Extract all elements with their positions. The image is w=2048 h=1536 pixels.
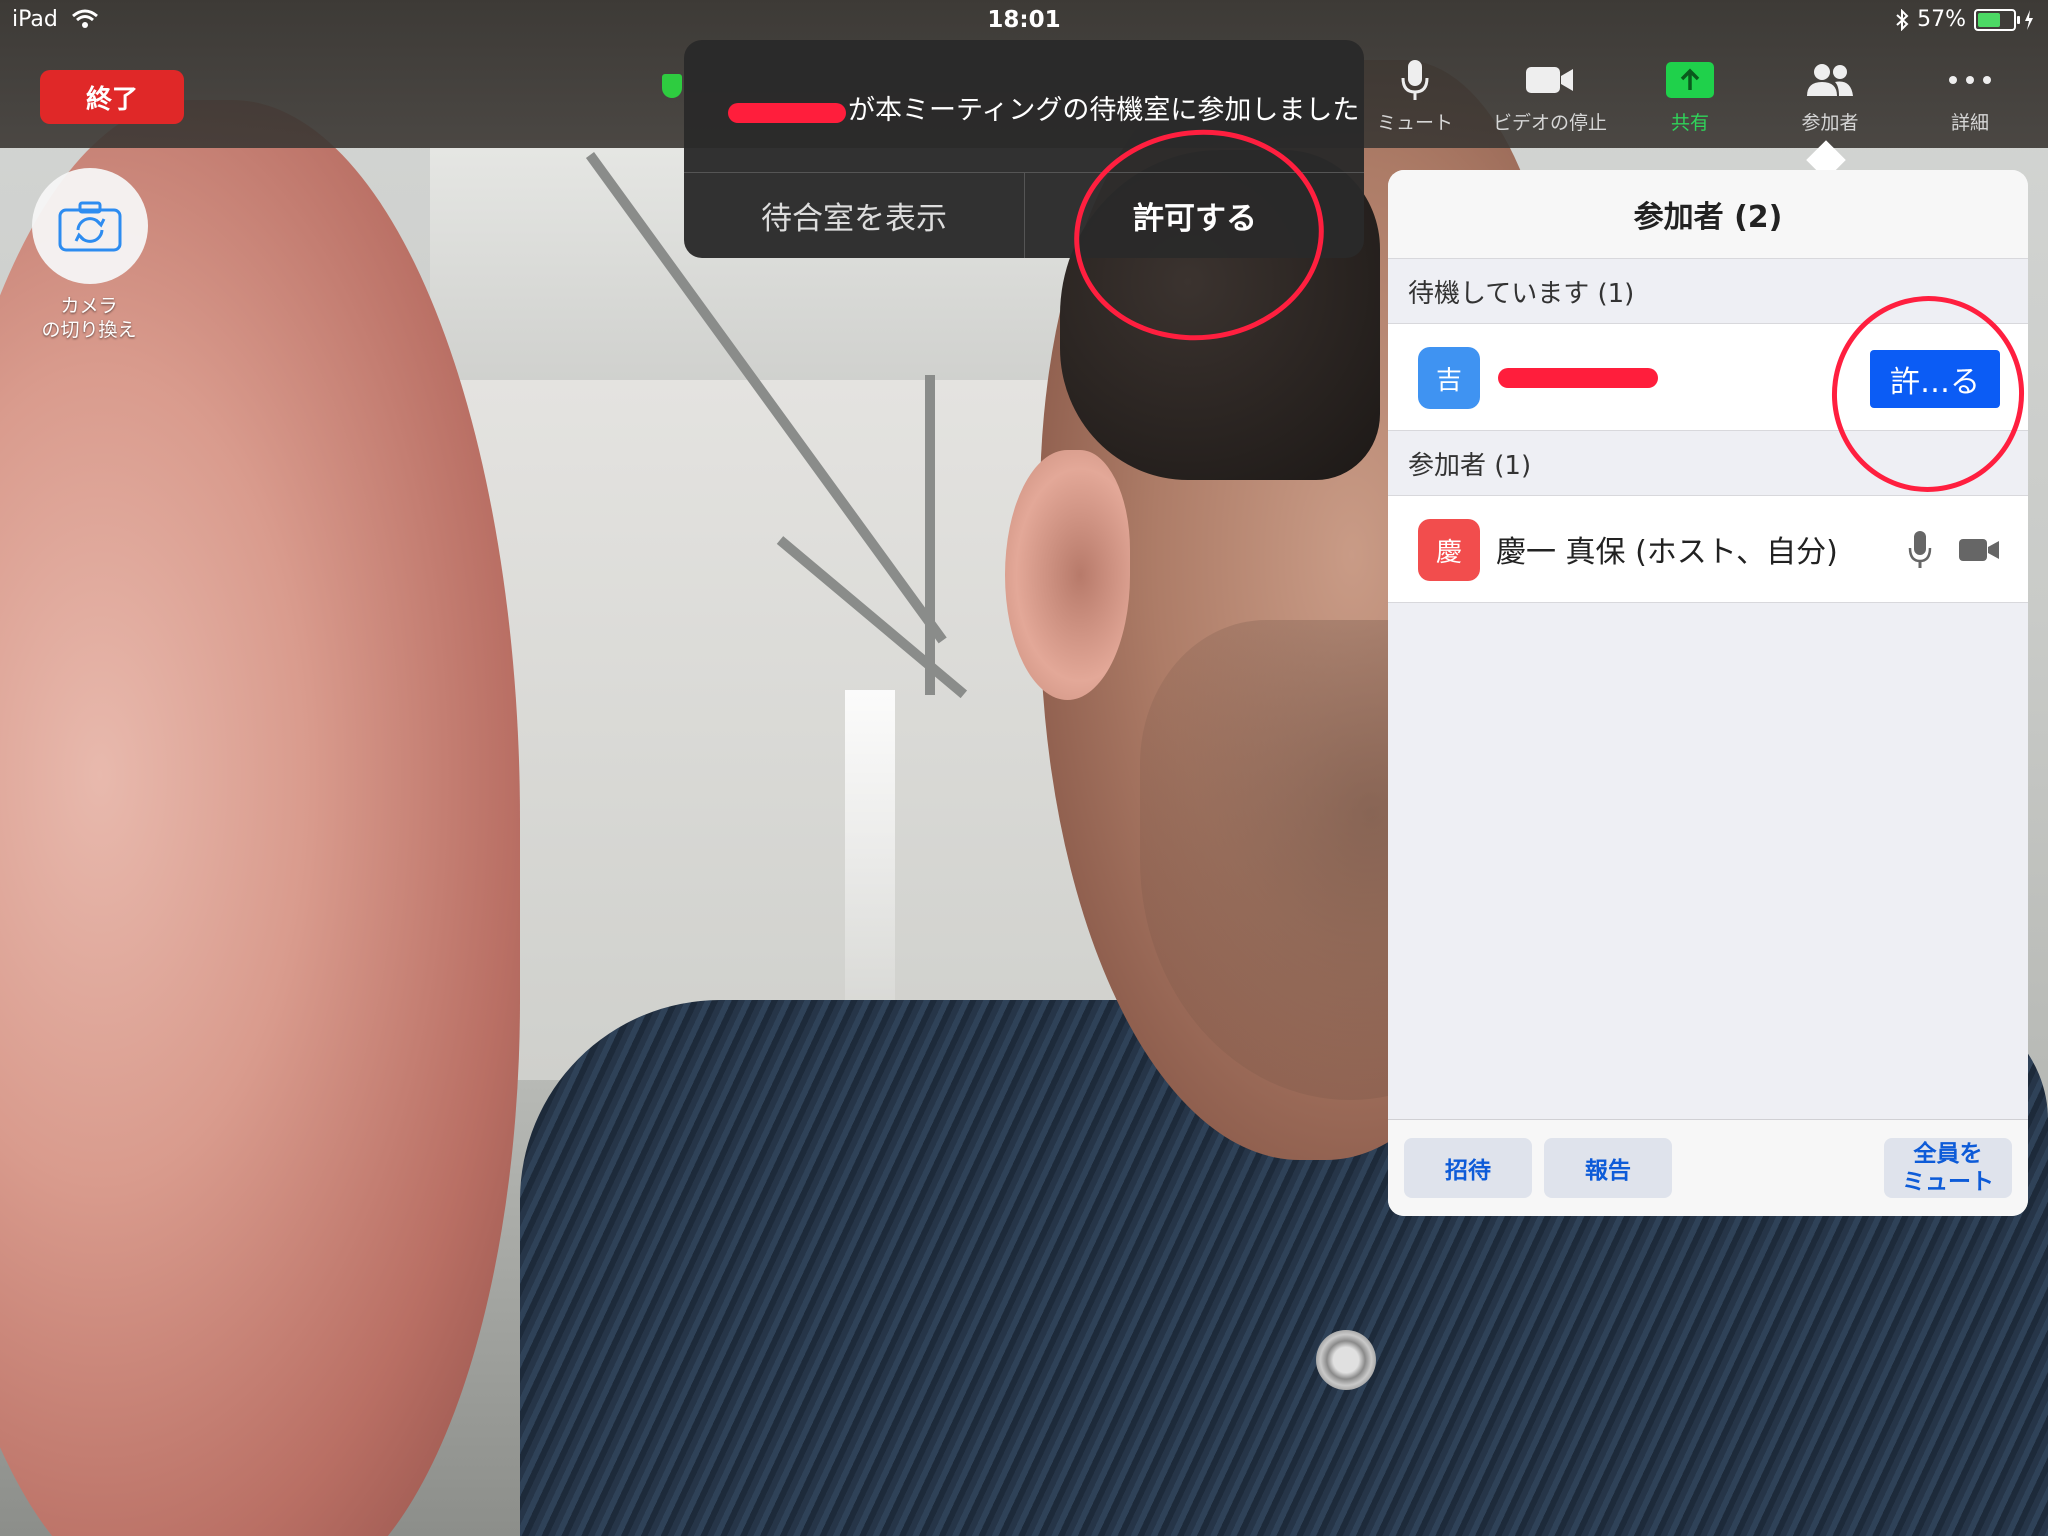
- notification-message: が本ミーティングの待機室に参加しました: [728, 88, 1359, 127]
- jacket-button: [1316, 1330, 1376, 1390]
- share-label: 共有: [1670, 112, 1709, 134]
- battery-percent: 57%: [1917, 7, 1966, 32]
- view-waiting-room-button[interactable]: 待合室を表示: [684, 173, 1024, 258]
- participants-button[interactable]: 参加者: [1765, 58, 1895, 135]
- stop-video-label: ビデオの停止: [1492, 112, 1607, 134]
- switch-camera-label-line1: カメラ: [60, 295, 118, 317]
- mute-all-button[interactable]: 全員を ミュート: [1884, 1138, 2012, 1198]
- panel-title: 参加者 (2): [1388, 170, 2028, 259]
- report-button[interactable]: 報告: [1544, 1138, 1672, 1198]
- status-right: 57%: [1895, 7, 2034, 32]
- switch-camera-button[interactable]: [32, 168, 148, 284]
- security-shield-icon: [662, 74, 682, 98]
- participant-name: 慶一 真保 (ホスト、自分): [1496, 535, 1838, 570]
- avatar: 慶: [1418, 519, 1480, 581]
- bluetooth-icon: [1896, 8, 1909, 31]
- participant-row[interactable]: 慶 慶一 真保 (ホスト、自分): [1388, 496, 2028, 603]
- participants-icon: [1765, 58, 1895, 102]
- status-time: 18:01: [987, 7, 1061, 33]
- more-button[interactable]: 詳細: [1905, 58, 2035, 135]
- avatar: 吉: [1418, 347, 1480, 409]
- mute-all-label-line1: 全員を: [1913, 1141, 1983, 1167]
- person-ear: [1005, 450, 1130, 700]
- notification-text: が本ミーティングの待機室に参加しました: [848, 95, 1360, 126]
- mute-label: ミュート: [1376, 112, 1453, 134]
- more-label: 詳細: [1950, 112, 1989, 134]
- switch-camera-label: カメラ の切り換え: [14, 294, 164, 342]
- stop-video-button[interactable]: ビデオの停止: [1485, 58, 1615, 135]
- microphone-icon: [1908, 531, 1932, 568]
- participants-label: 参加者: [1801, 112, 1859, 134]
- redacted-name: [728, 97, 848, 127]
- more-dots-icon: [1905, 58, 2035, 102]
- battery-icon: [1974, 8, 2020, 31]
- microphone-icon: [1350, 58, 1480, 102]
- status-bar: iPad 18:01 57%: [0, 0, 2048, 40]
- video-camera-icon: [1959, 539, 1999, 561]
- mute-button[interactable]: ミュート: [1350, 58, 1480, 135]
- charging-icon: [2025, 9, 2033, 30]
- share-button[interactable]: 共有: [1625, 58, 1755, 135]
- panel-footer: 招待 報告 全員を ミュート: [1388, 1119, 2028, 1216]
- participant-status-icons: [1908, 530, 2000, 570]
- invite-button[interactable]: 招待: [1404, 1138, 1532, 1198]
- mute-all-label-line2: ミュート: [1902, 1169, 1994, 1195]
- end-meeting-button[interactable]: 終了: [40, 70, 184, 124]
- meeting-toolbar: ミュート ビデオの停止 共有 参加者 詳細: [1350, 58, 2048, 138]
- camera-switch-icon: [58, 201, 122, 252]
- video-camera-icon: [1485, 58, 1615, 102]
- ceiling-rod: [925, 375, 935, 695]
- switch-camera-label-line2: の切り換え: [41, 319, 137, 341]
- share-upload-icon: [1625, 58, 1755, 102]
